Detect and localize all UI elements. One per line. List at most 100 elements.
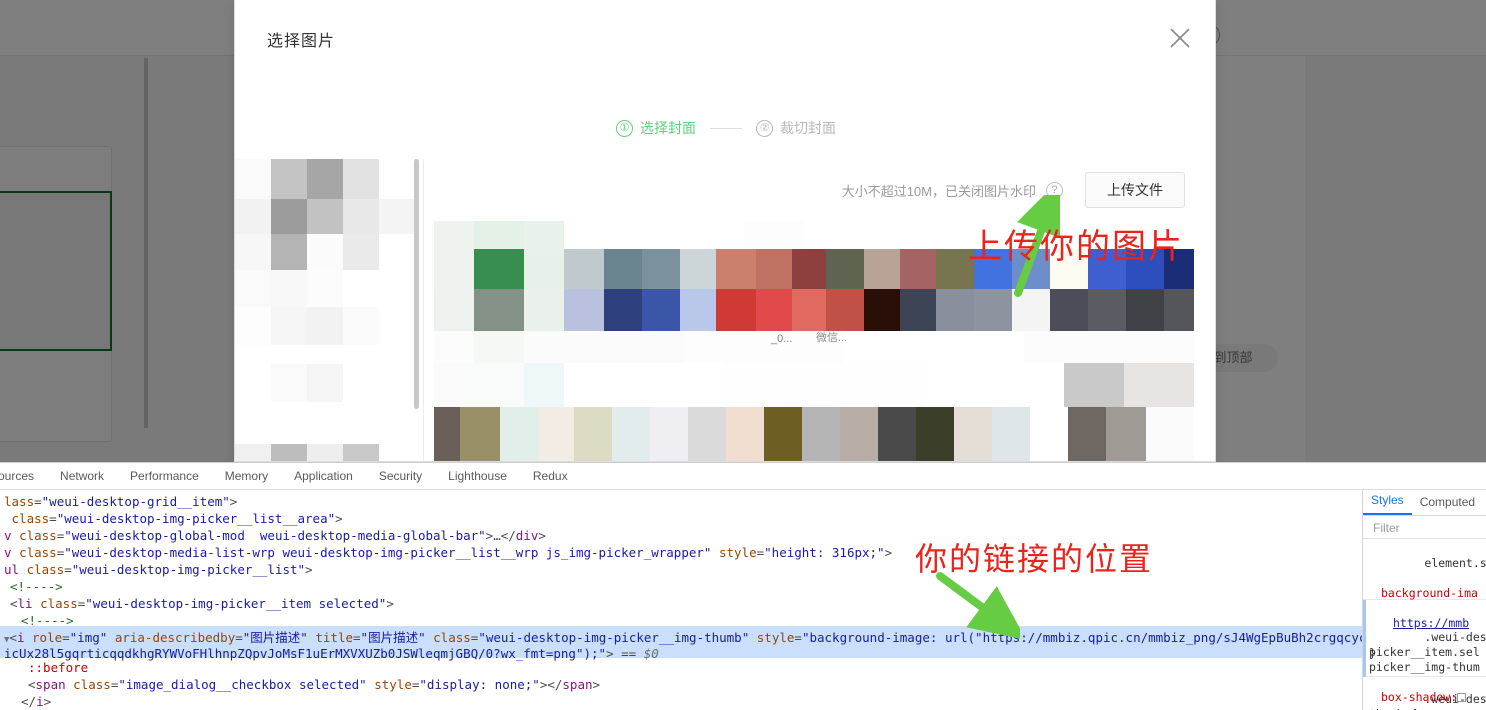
close-icon[interactable] [1167, 25, 1193, 51]
style-rule-picker-selected[interactable]: .weui-desktop-im picker__item.sel picker… [1363, 600, 1486, 677]
thumbnail-caption: 微信... [816, 329, 847, 345]
mosaic-block [604, 289, 642, 331]
mosaic-block [434, 363, 474, 407]
dom-selected-line-2[interactable]: icUx28l5gqrticqqdkhgRYWVoFHlhnpZQpvJoMsF… [4, 646, 659, 662]
mosaic-block [343, 159, 379, 199]
mosaic-block [1164, 289, 1194, 331]
screen-root: 图文历史版本▾ 到顶部 选择图片 ① 选择封面 ② [0, 0, 1486, 710]
styles-filter-placeholder: Filter [1373, 521, 1400, 535]
mosaic-block [716, 289, 756, 331]
step-connector [710, 128, 742, 129]
dom-line[interactable]: class="weui-desktop-img-picker__list__ar… [4, 511, 343, 527]
mosaic-block [642, 249, 680, 289]
dom-line[interactable]: <li class="weui-desktop-img-picker__item… [10, 596, 394, 612]
mosaic-block [343, 364, 379, 402]
mosaic-block [724, 363, 924, 407]
step-crop-cover[interactable]: ② 裁切封面 [756, 118, 836, 138]
devtools-tab-redux[interactable]: Redux [520, 463, 581, 489]
mosaic-block [434, 249, 474, 289]
sidebar-mosaic-thumbnails [235, 159, 423, 462]
mosaic-block [271, 307, 307, 345]
mosaic-block [307, 364, 343, 402]
styles-tab-bar: Styles Computed [1363, 490, 1486, 516]
picker-sidebar[interactable] [235, 159, 423, 462]
mosaic-block [954, 407, 992, 462]
devtools-tab-performance[interactable]: Performance [117, 463, 212, 489]
tab-computed[interactable]: Computed [1412, 495, 1483, 515]
picker-main: 大小不超过10M，已关闭图片水印 ? 上传文件 _0... 微信... [423, 159, 1216, 462]
style-rule-selector-2: .weui-desktop-im thumb { [1369, 692, 1486, 710]
mosaic-block [235, 199, 271, 234]
style-rule-selector-0: element.style { [1424, 556, 1486, 570]
dialog-body: 大小不超过10M，已关闭图片水印 ? 上传文件 _0... 微信... [235, 159, 1216, 462]
style-rule-img-thumb[interactable]: .weui-desktop-im thumb { [1363, 677, 1486, 710]
devtools-tab-lighthouse[interactable]: Lighthouse [435, 463, 520, 489]
style-rule-element-style[interactable]: element.style { background-ima https://m… [1363, 541, 1486, 600]
mosaic-block [1088, 289, 1126, 331]
mosaic-block [792, 249, 826, 289]
dom-line[interactable]: </i> [21, 694, 51, 710]
mosaic-block [271, 444, 307, 462]
mosaic-block [474, 363, 524, 407]
mosaic-block [1146, 407, 1194, 462]
mosaic-block [726, 407, 764, 462]
annotation-link-text: 你的链接的位置 [915, 534, 1153, 580]
mosaic-block [271, 234, 307, 270]
mosaic-block [826, 289, 864, 331]
tab-styles[interactable]: Styles [1363, 493, 1412, 515]
devtools-tab-ources[interactable]: ources [0, 463, 47, 489]
devtools-tab-network[interactable]: Network [47, 463, 117, 489]
mosaic-block [434, 331, 474, 363]
dom-line[interactable]: lass="weui-desktop-grid__item"> [4, 494, 237, 510]
devtools-tab-application[interactable]: Application [281, 463, 366, 489]
annotation-arrow-2 [930, 570, 1020, 640]
mosaic-block [307, 234, 343, 270]
dom-line[interactable]: ::before [28, 660, 88, 676]
upload-file-button[interactable]: 上传文件 [1085, 172, 1185, 208]
devtools-styles-panel: Styles Computed Filter element.style { b… [1362, 490, 1486, 710]
mosaic-block [379, 159, 415, 199]
mosaic-block [864, 249, 900, 289]
mosaic-block [343, 307, 379, 345]
step-indicator: ① 选择封面 ② 裁切封面 [235, 114, 1216, 142]
devtools-tab-security[interactable]: Security [366, 463, 435, 489]
mosaic-block [826, 249, 864, 289]
style-rule-selector-1: .weui-desktop-im picker__item.sel picker… [1369, 630, 1486, 674]
dom-line[interactable]: ul class="weui-desktop-img-picker__list"… [4, 562, 313, 578]
step-select-cover[interactable]: ① 选择封面 [616, 118, 696, 138]
mosaic-block [1068, 407, 1106, 462]
mosaic-block [864, 289, 900, 331]
mosaic-block [434, 221, 474, 249]
mosaic-block [650, 407, 688, 462]
mosaic-block [474, 221, 524, 249]
dom-line[interactable]: v class="weui-desktop-media-list-wrp weu… [4, 545, 892, 561]
mosaic-block [460, 407, 500, 462]
styles-filter-input[interactable]: Filter [1363, 517, 1486, 539]
thumbnail-caption: _0... [771, 333, 792, 345]
devtools-tab-memory[interactable]: Memory [212, 463, 281, 489]
picker-toolbar: 大小不超过10M，已关闭图片水印 ? 上传文件 [424, 159, 1216, 221]
dom-line[interactable]: <!----> [10, 579, 63, 595]
mosaic-block [307, 270, 343, 307]
mosaic-block [271, 270, 307, 307]
mosaic-block [524, 249, 564, 289]
mosaic-block [379, 234, 415, 270]
dom-line[interactable]: <!----> [21, 613, 74, 629]
mosaic-block [1030, 407, 1068, 462]
mosaic-block [792, 289, 826, 331]
mosaic-block [538, 407, 574, 462]
dom-line[interactable]: v class="weui-desktop-global-mod weui-de… [4, 528, 546, 544]
mosaic-block [235, 364, 271, 402]
mosaic-block [744, 221, 804, 249]
dom-line[interactable]: <span class="image_dialog__checkbox sele… [28, 677, 600, 693]
devtools-tab-bar: ourcesNetworkPerformanceMemoryApplicatio… [0, 463, 1486, 490]
mosaic-block [343, 444, 379, 462]
mosaic-block [1024, 331, 1194, 363]
step-1-label: 选择封面 [640, 118, 696, 138]
devtools-dom-tree[interactable]: lass="weui-desktop-grid__item"> class="w… [0, 490, 1362, 710]
annotation-upload-text: 上传你的图片 [968, 219, 1184, 268]
mosaic-block [271, 199, 307, 234]
style-prop-background-image: background-ima [1369, 586, 1478, 601]
dialog-header: 选择图片 [235, 0, 1216, 75]
sidebar-scrollbar[interactable] [414, 159, 419, 409]
